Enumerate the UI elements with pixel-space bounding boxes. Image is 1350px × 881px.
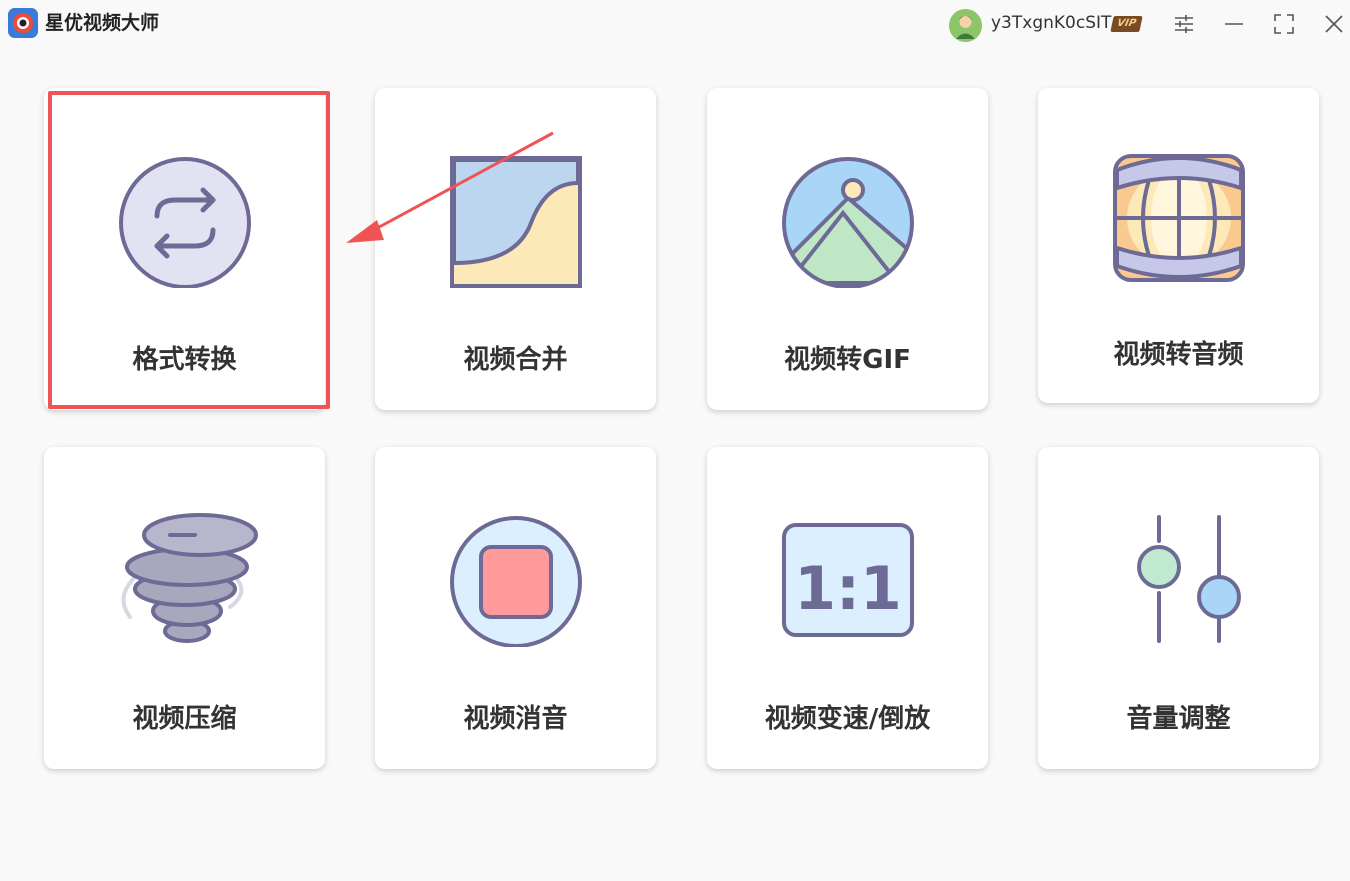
app-logo-icon (8, 8, 38, 38)
tool-card-video-merge[interactable]: 视频合并 (375, 88, 656, 410)
app-title: 星优视频大师 (45, 12, 160, 34)
tool-card-video-mute[interactable]: 视频消音 (375, 447, 656, 769)
tool-label: 视频合并 (463, 345, 568, 375)
stop-mute-icon (375, 507, 656, 657)
username[interactable]: y3TxgnK0cSIT (991, 11, 1111, 35)
tool-card-video-to-gif[interactable]: 视频转GIF (707, 88, 988, 410)
close-icon (1325, 15, 1343, 33)
merge-icon (375, 148, 656, 298)
minimize-icon (1225, 23, 1243, 25)
tool-label: 视频消音 (463, 704, 568, 734)
tool-label: 视频变速/倒放 (764, 704, 931, 734)
title-bar: 星优视频大师 y3TxgnK0cSIT VIP (0, 0, 1350, 50)
minimize-button[interactable] (1220, 10, 1248, 38)
tool-label: 视频压缩 (132, 704, 237, 734)
tool-card-volume-adjust[interactable]: 音量调整 (1038, 447, 1319, 769)
volume-sliders-icon (1038, 507, 1319, 657)
ratio-1-1-icon: 1:1 (707, 507, 988, 657)
tool-label: 视频转音频 (1113, 340, 1244, 370)
tool-card-video-compress[interactable]: 视频压缩 (44, 447, 325, 769)
globe-audio-icon (1038, 148, 1319, 298)
tool-label: 格式转换 (132, 345, 237, 375)
tornado-compress-icon (44, 507, 325, 657)
vip-badge: VIP (1110, 16, 1143, 32)
tool-card-video-to-audio[interactable]: 视频转音频 (1038, 88, 1319, 403)
settings-button[interactable] (1170, 10, 1198, 38)
tool-card-video-speed[interactable]: 1:1 视频变速/倒放 (707, 447, 988, 769)
tool-label: 音量调整 (1126, 704, 1231, 734)
close-button[interactable] (1320, 10, 1348, 38)
convert-icon (44, 148, 325, 298)
image-gif-icon (707, 148, 988, 298)
maximize-icon (1274, 14, 1294, 34)
tool-card-format-convert[interactable]: 格式转换 (44, 88, 325, 410)
user-avatar[interactable] (949, 9, 982, 42)
maximize-button[interactable] (1270, 10, 1298, 38)
sliders-icon (1175, 15, 1193, 33)
ratio-text: 1:1 (794, 554, 902, 624)
tool-label: 视频转GIF (784, 345, 911, 375)
